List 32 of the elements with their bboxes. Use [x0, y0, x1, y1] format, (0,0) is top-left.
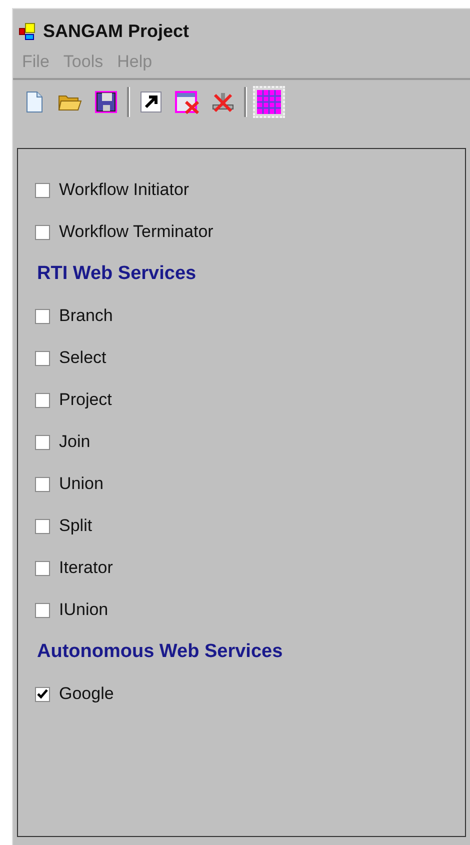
- checkbox[interactable]: [35, 602, 50, 618]
- grid-button[interactable]: [253, 86, 285, 118]
- window-title: SANGAM Project: [43, 21, 190, 42]
- checkbox-label: Iterator: [59, 558, 113, 578]
- checkmark-icon: [37, 689, 48, 699]
- checkbox-label: Select: [59, 348, 106, 368]
- checkbox[interactable]: [35, 476, 50, 492]
- checkbox[interactable]: [35, 224, 50, 240]
- checkbox-label: Branch: [59, 306, 113, 326]
- checkbox[interactable]: [35, 518, 50, 534]
- checkbox[interactable]: [35, 308, 50, 324]
- checkbox-label: Project: [59, 390, 112, 410]
- grid-icon: [256, 89, 282, 115]
- floppy-disk-icon: [94, 90, 118, 114]
- checkbox-label: Union: [59, 474, 104, 494]
- checkbox-label: Google: [59, 684, 114, 704]
- checkbox[interactable]: [35, 392, 50, 408]
- window-cross-icon: [174, 90, 200, 114]
- checkbox-label: Join: [59, 432, 90, 452]
- checkbox[interactable]: [35, 560, 50, 576]
- checkbox-label: Workflow Terminator: [59, 222, 214, 242]
- section-heading: RTI Web Services: [36, 262, 198, 286]
- cross-icon: [211, 91, 235, 113]
- checkbox[interactable]: [35, 182, 50, 198]
- checkbox[interactable]: [35, 434, 50, 450]
- checkbox[interactable]: [35, 350, 50, 366]
- checkbox-label: Workflow Initiator: [59, 180, 190, 200]
- checkbox-label: Split: [59, 516, 92, 536]
- checkbox[interactable]: [35, 686, 50, 702]
- section-heading: Autonomous Web Services: [36, 640, 284, 664]
- checkbox-label: IUnion: [59, 600, 108, 620]
- document-icon: [24, 91, 44, 113]
